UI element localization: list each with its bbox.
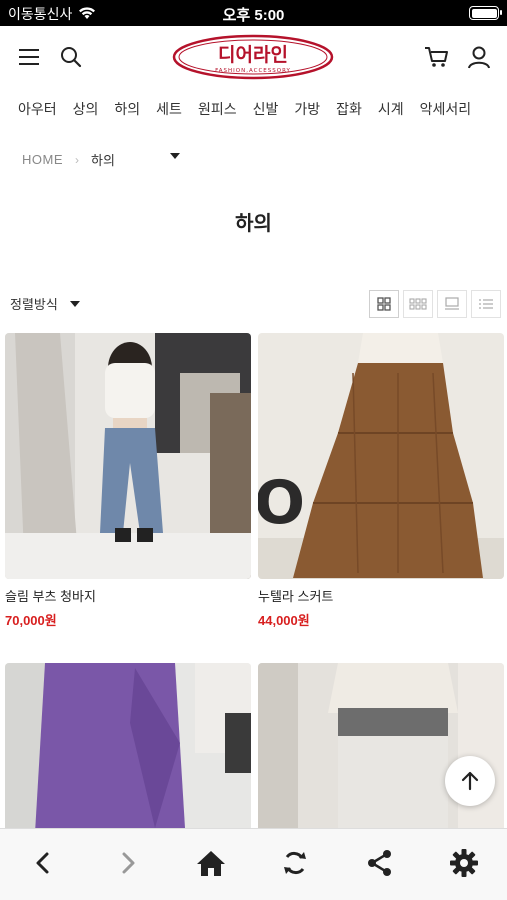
product-price: 70,000원	[5, 613, 57, 628]
product-image[interactable]: O	[258, 333, 504, 579]
category-bottoms[interactable]: 하의	[106, 92, 148, 128]
back-icon[interactable]	[25, 845, 61, 881]
forward-icon[interactable]	[110, 845, 146, 881]
bottom-toolbar	[0, 828, 507, 900]
status-bar: 이동통신사 오후 5:00	[0, 0, 507, 26]
brand-logo[interactable]: 디어라인 FASHION,ACCESSORY	[172, 34, 334, 80]
cart-icon[interactable]	[422, 42, 452, 72]
list-view-icon[interactable]	[471, 290, 501, 318]
gallery-view-icon[interactable]	[437, 290, 467, 318]
category-shoes[interactable]: 신발	[245, 92, 287, 128]
grid-2-view-icon[interactable]	[369, 290, 399, 318]
battery-icon	[469, 6, 502, 20]
sort-label: 정렬방식	[10, 297, 58, 312]
dropdown-arrow-icon	[69, 300, 80, 307]
menu-icon[interactable]	[14, 42, 44, 72]
home-icon[interactable]	[193, 845, 229, 881]
share-icon[interactable]	[362, 845, 398, 881]
svg-text:O: O	[258, 468, 305, 538]
category-accessories[interactable]: 악세서리	[412, 92, 480, 128]
dropdown-arrow-icon[interactable]	[170, 153, 180, 159]
product-card[interactable]: O 누텔라 스커트 44,000원	[258, 333, 504, 629]
product-card[interactable]: 슬림 부츠 청바지 70,000원	[5, 333, 251, 629]
app-header: 디어라인 FASHION,ACCESSORY	[0, 26, 507, 88]
category-outer[interactable]: 아우터	[0, 92, 65, 128]
category-watches[interactable]: 시계	[370, 92, 412, 128]
sort-dropdown[interactable]: 정렬방식	[10, 294, 80, 313]
search-icon[interactable]	[56, 42, 86, 72]
user-icon[interactable]	[464, 42, 494, 72]
refresh-icon[interactable]	[277, 845, 313, 881]
view-toggles	[369, 290, 501, 318]
gear-icon[interactable]	[446, 845, 482, 881]
chevron-right-icon: ›	[75, 152, 79, 167]
breadcrumb: HOME › 하의	[22, 150, 180, 169]
category-tops[interactable]: 상의	[65, 92, 107, 128]
scroll-top-button[interactable]	[445, 756, 495, 806]
category-dresses[interactable]: 원피스	[190, 92, 245, 128]
category-bags[interactable]: 가방	[286, 92, 328, 128]
page-title: 하의	[235, 213, 272, 235]
arrow-up-icon	[461, 771, 479, 791]
product-name[interactable]: 누텔라 스커트	[258, 586, 504, 605]
category-goods[interactable]: 잡화	[328, 92, 370, 128]
product-price: 44,000원	[258, 613, 310, 628]
category-nav: 아우터 상의 하의 세트 원피스 신발 가방 잡화 시계 악세서리	[0, 92, 507, 128]
product-image[interactable]	[5, 333, 251, 579]
category-sets[interactable]: 세트	[148, 92, 190, 128]
status-time: 오후 5:00	[222, 7, 285, 24]
breadcrumb-home[interactable]: HOME	[22, 152, 63, 167]
logo-subtext: FASHION,ACCESSORY	[215, 68, 291, 74]
grid-3-view-icon[interactable]	[403, 290, 433, 318]
logo-text: 디어라인	[218, 44, 288, 66]
breadcrumb-current[interactable]: 하의	[91, 150, 115, 169]
product-name[interactable]: 슬림 부츠 청바지	[5, 586, 251, 605]
